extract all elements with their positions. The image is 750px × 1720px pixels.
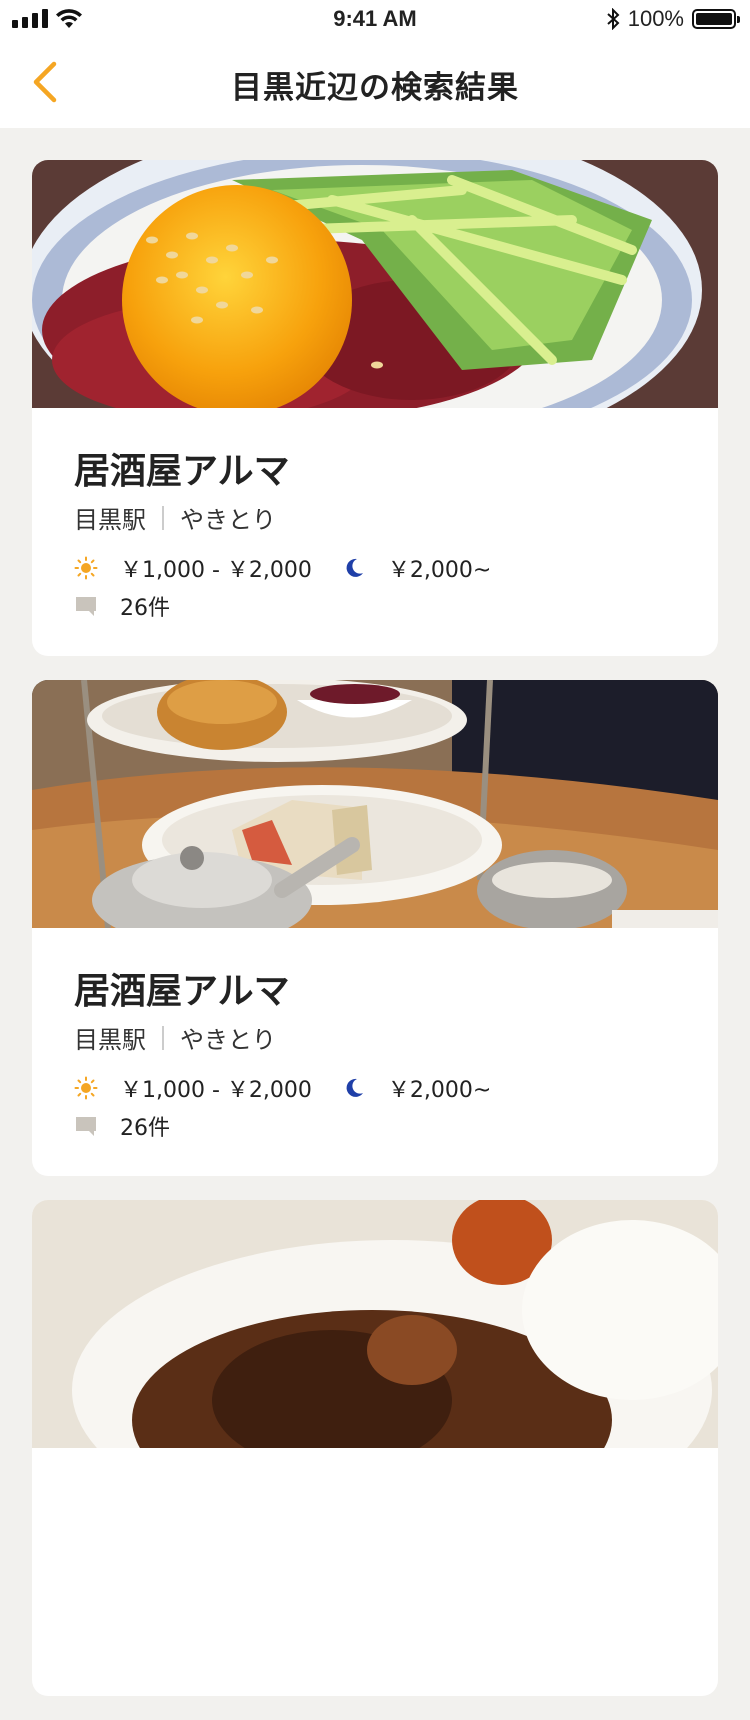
dinner-price: ￥2,000~ (387, 1078, 492, 1103)
review-row: 26件 (74, 1110, 170, 1142)
divider (162, 1025, 164, 1050)
restaurant-card[interactable] (32, 1200, 718, 1696)
restaurant-photo (32, 1200, 718, 1448)
restaurant-card[interactable]: 居酒屋アルマ 目黒駅 やきとり ￥1,000 - ￥2,000 ￥2,000~ (32, 680, 718, 1176)
price-row: ￥1,000 - ￥2,000 ￥2,000~ (74, 552, 521, 584)
restaurant-meta: 目黒駅 やきとり (74, 1020, 276, 1055)
sun-icon (74, 1076, 98, 1100)
restaurant-photo (32, 160, 718, 408)
comment-icon (76, 1117, 96, 1136)
restaurant-name: 居酒屋アルマ (74, 971, 290, 1012)
restaurant-name: 居酒屋アルマ (74, 451, 290, 492)
battery-percent: 100% (627, 6, 684, 31)
status-bar: 9:41 AM 100% (0, 0, 750, 40)
restaurant-card[interactable]: 居酒屋アルマ 目黒駅 やきとり ￥1,000 - ￥2,000 ￥2,000~ (32, 160, 718, 656)
navigation-bar: 目黒近辺の検索結果 (0, 40, 750, 128)
review-count: 26件 (120, 596, 170, 621)
page-title: 目黒近辺の検索結果 (231, 70, 519, 106)
genre-label: やきとり (180, 506, 276, 534)
price-row: ￥1,000 - ￥2,000 ￥2,000~ (74, 1072, 521, 1104)
result-list: 居酒屋アルマ 目黒駅 やきとり ￥1,000 - ￥2,000 ￥2,000~ (32, 160, 718, 1720)
review-count: 26件 (120, 1116, 170, 1141)
moon-icon (346, 1078, 363, 1097)
dinner-price: ￥2,000~ (387, 558, 492, 583)
sun-icon (74, 556, 98, 580)
lunch-price: ￥1,000 - ￥2,000 (120, 1078, 312, 1103)
restaurant-meta: 目黒駅 やきとり (74, 500, 276, 535)
comment-icon (76, 597, 96, 616)
station-label: 目黒駅 (74, 506, 146, 534)
moon-icon (346, 558, 363, 577)
battery-icon (692, 9, 740, 29)
divider (162, 505, 164, 530)
review-row: 26件 (74, 590, 170, 622)
genre-label: やきとり (180, 1026, 276, 1054)
station-label: 目黒駅 (74, 1026, 146, 1054)
bluetooth-icon (607, 8, 620, 30)
restaurant-photo (32, 680, 718, 928)
lunch-price: ￥1,000 - ￥2,000 (120, 558, 312, 583)
